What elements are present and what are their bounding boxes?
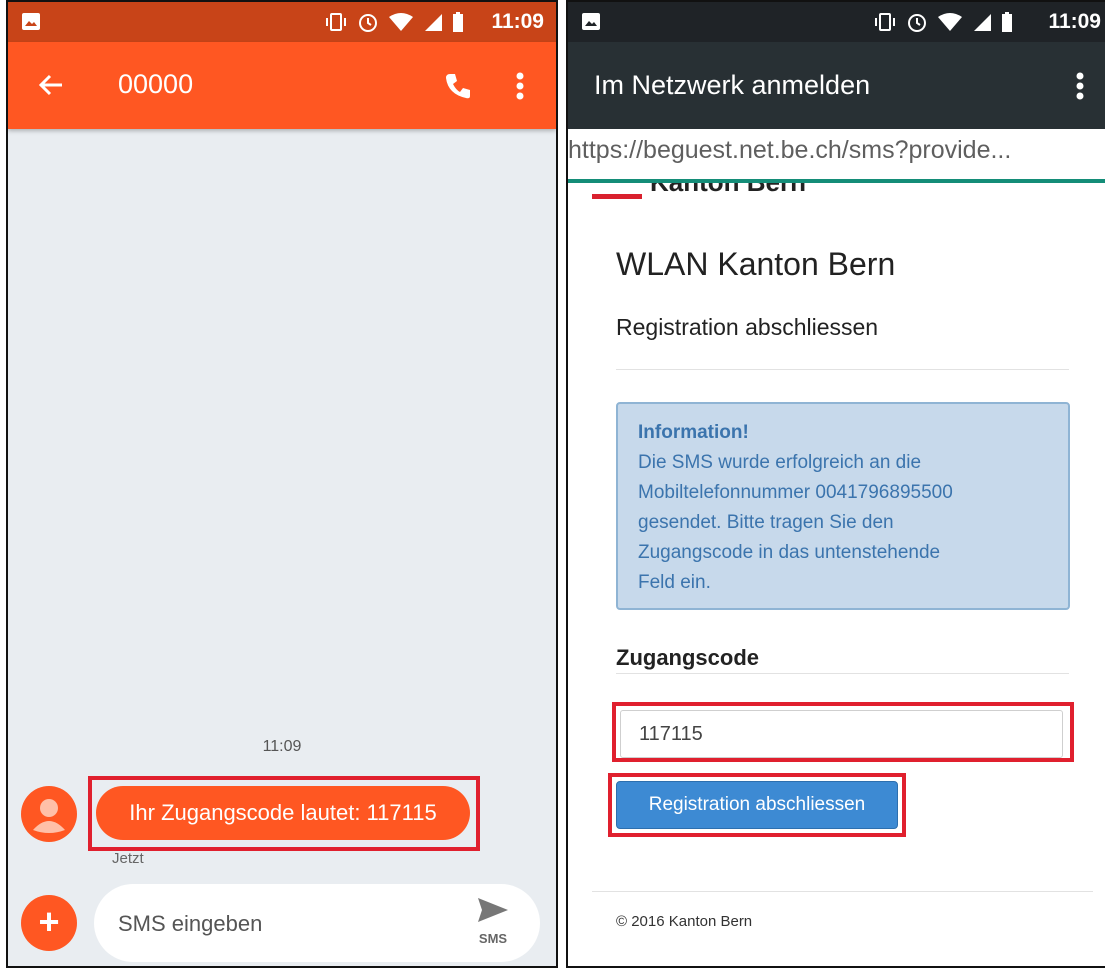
phone-icon[interactable] (444, 72, 472, 100)
person-icon (33, 799, 65, 833)
app-bar: Im Netzwerk anmelden (568, 42, 1105, 129)
app-bar-title: Im Netzwerk anmelden (594, 70, 871, 100)
sms-app-screen: 11:09 00000 11:09 Ihr Zugangscode lautet… (6, 0, 558, 968)
page-title: WLAN Kanton Bern (616, 246, 896, 282)
compose-bar: SMS (94, 884, 540, 962)
info-line: Mobiltelefonnummer 0041796895500 (638, 482, 953, 503)
conversation-timestamp: 11:09 (262, 738, 302, 755)
status-icons (324, 11, 464, 33)
logo-bar (592, 194, 642, 199)
info-title: Information! (638, 422, 749, 443)
battery-icon (453, 12, 463, 32)
divider (592, 891, 1093, 892)
logo-text: Kanton Bern (650, 183, 806, 198)
captive-portal-screen: 11:09 Im Netzwerk anmelden https://begue… (566, 0, 1105, 968)
send-button[interactable]: SMS (468, 896, 518, 952)
status-time: 11:09 (1048, 10, 1101, 33)
battery-icon (1002, 12, 1012, 32)
signal-icon (425, 14, 442, 31)
alarm-icon (359, 14, 377, 32)
avatar[interactable] (21, 786, 77, 842)
signal-icon (974, 14, 991, 31)
divider (616, 369, 1069, 370)
info-alert: Information! Die SMS wurde erfolgreich a… (616, 402, 1070, 610)
status-bar: 11:09 (568, 2, 1105, 42)
wifi-icon (389, 13, 413, 31)
vibrate-icon (326, 13, 346, 31)
url-text: https://beguest.net.be.ch/sms?provide... (568, 136, 1012, 164)
image-notification-icon (22, 13, 40, 30)
info-line: Zugangscode in das untenstehende (638, 542, 941, 563)
footer-text: © 2016 Kanton Bern (616, 913, 753, 930)
info-line: Die SMS wurde erfolgreich an die (638, 452, 922, 473)
contact-title: 00000 (118, 69, 194, 99)
highlight-box (612, 702, 1074, 762)
url-bar[interactable]: https://beguest.net.be.ch/sms?provide... (568, 129, 1105, 183)
web-content: Kanton Bern WLAN Kanton Bern Registratio… (568, 183, 1105, 966)
message-meta: Jetzt (112, 850, 144, 867)
status-bar: 11:09 (8, 2, 556, 42)
app-bar: 00000 (8, 42, 556, 129)
status-time: 11:09 (491, 10, 544, 33)
sms-input[interactable] (116, 904, 450, 944)
highlight-box (88, 776, 480, 851)
page-subtitle: Registration abschliessen (616, 314, 879, 340)
status-icons (873, 11, 1013, 33)
alarm-icon (908, 14, 926, 32)
info-line: gesendet. Bitte tragen Sie den (638, 512, 894, 533)
more-vert-icon[interactable] (1076, 72, 1084, 100)
send-label: SMS (478, 931, 508, 946)
image-notification-icon (582, 13, 600, 30)
highlight-box (608, 773, 906, 837)
add-attachment-button[interactable]: + (21, 895, 77, 951)
back-arrow-icon[interactable] (38, 73, 64, 97)
divider (616, 673, 1069, 674)
code-label: Zugangscode (616, 645, 760, 670)
more-vert-icon[interactable] (516, 72, 524, 100)
wifi-icon (938, 13, 962, 31)
vibrate-icon (875, 13, 895, 31)
info-line: Feld ein. (638, 572, 711, 593)
send-icon (478, 898, 508, 922)
